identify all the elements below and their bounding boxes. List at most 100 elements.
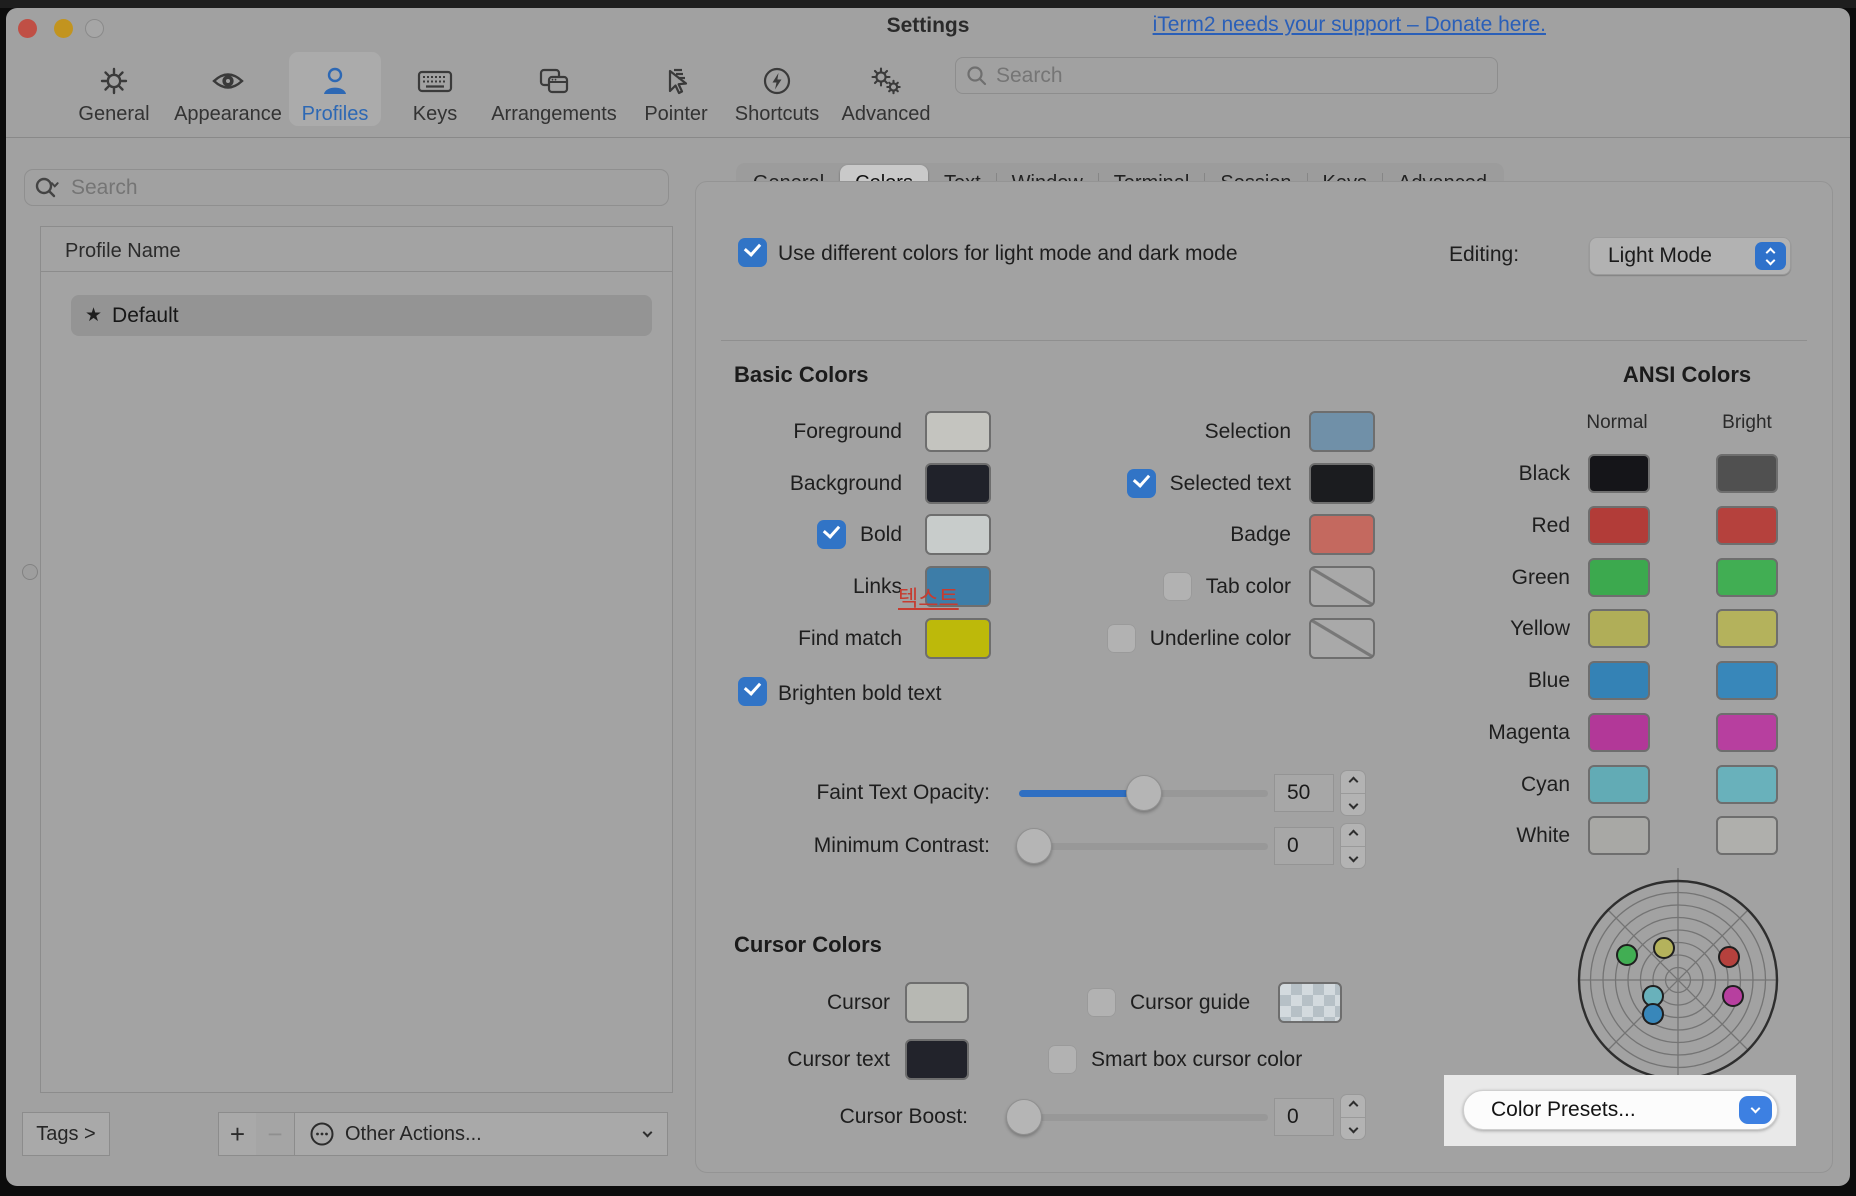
ansi-normal-header: Normal: [1586, 412, 1648, 434]
cursor-colors-heading: Cursor Colors: [734, 932, 882, 958]
cursor-boost-value[interactable]: 0: [1274, 1098, 1334, 1136]
ansi-normal-well[interactable]: [1588, 609, 1650, 648]
profile-actions-group: + − Other Actions...: [218, 1112, 668, 1156]
profile-row-default[interactable]: ★ Default: [71, 295, 652, 336]
ansi-normal-well[interactable]: [1588, 765, 1650, 804]
color-label: Cursor guide: [1130, 991, 1250, 1015]
cursor-boost-stepper[interactable]: [1340, 1094, 1366, 1140]
ansi-row-white: White: [696, 816, 1778, 855]
ellipsis-circle-icon: [309, 1121, 335, 1147]
add-profile-button[interactable]: +: [218, 1112, 256, 1156]
editing-mode-value: Light Mode: [1608, 244, 1712, 268]
ansi-bright-well[interactable]: [1716, 661, 1778, 700]
toolbar-item-pointer[interactable]: Pointer: [628, 52, 724, 126]
chevron-down-icon: [1766, 255, 1776, 265]
cursor-boost-row: Cursor Boost: 0: [696, 1097, 1396, 1138]
ansi-bright-well[interactable]: [1716, 816, 1778, 855]
toolbar-label: Keys: [413, 103, 457, 126]
ansi-normal-well[interactable]: [1588, 816, 1650, 855]
ansi-bright-well[interactable]: [1716, 506, 1778, 545]
cursor-text-color-well[interactable]: [905, 1039, 969, 1080]
toolbar-label: Shortcuts: [735, 103, 819, 126]
ansi-row-blue: Blue: [696, 661, 1778, 700]
search-menu-icon: [34, 176, 64, 200]
windows-icon: [537, 61, 571, 101]
ansi-row-yellow: Yellow: [696, 609, 1778, 648]
cursor-icon: [660, 61, 692, 101]
color-label: Selection: [1205, 420, 1291, 444]
cursor-boost-slider[interactable]: [1010, 1114, 1268, 1121]
foreground-color-well[interactable]: [925, 411, 991, 452]
lightning-icon: [761, 61, 793, 101]
ansi-normal-well[interactable]: [1588, 454, 1650, 493]
toolbar-item-shortcuts[interactable]: Shortcuts: [722, 52, 832, 126]
editing-mode-popup[interactable]: Light Mode: [1589, 237, 1791, 275]
toolbar-label: Arrangements: [491, 103, 617, 126]
ansi-bright-well[interactable]: [1716, 558, 1778, 597]
color-wheel: [1567, 857, 1789, 1087]
cursor-color-well[interactable]: [905, 982, 969, 1023]
ansi-row-green: Green: [696, 558, 1778, 597]
gears-icon: [868, 61, 904, 101]
ansi-normal-well[interactable]: [1588, 661, 1650, 700]
colors-tab-panel: Use different colors for light mode and …: [695, 181, 1833, 1173]
basic-colors-heading: Basic Colors: [734, 362, 869, 388]
color-label: Foreground: [793, 420, 902, 444]
wheel-dot-magenta: [1723, 986, 1743, 1006]
ansi-bright-well[interactable]: [1716, 454, 1778, 493]
remove-profile-button[interactable]: −: [256, 1112, 294, 1156]
ansi-label: Red: [1531, 514, 1570, 538]
ansi-bright-well[interactable]: [1716, 609, 1778, 648]
smart-box-checkbox[interactable]: [1048, 1045, 1077, 1074]
eye-icon: [211, 61, 245, 101]
ansi-label: White: [1516, 824, 1570, 848]
gear-icon: [98, 61, 130, 101]
ansi-normal-well[interactable]: [1588, 506, 1650, 545]
cursor-text-row: Cursor text: [696, 1039, 969, 1080]
cursor-guide-checkbox[interactable]: [1087, 988, 1116, 1017]
color-label: Cursor: [827, 991, 890, 1015]
color-presets-popup[interactable]: Color Presets...: [1463, 1090, 1778, 1130]
ansi-row-cyan: Cyan: [696, 765, 1778, 804]
toolbar-item-appearance[interactable]: Appearance: [164, 52, 292, 126]
red-text-annotation: 텍스트: [898, 581, 959, 613]
ansi-row-red: Red: [696, 506, 1778, 545]
wheel-dot-red: [1719, 947, 1739, 967]
profile-name: Default: [112, 304, 179, 328]
toolbar-item-keys[interactable]: Keys: [390, 52, 480, 126]
toolbar-item-advanced[interactable]: Advanced: [830, 52, 942, 126]
toolbar-item-arrangements[interactable]: Arrangements: [476, 52, 632, 126]
ansi-bright-well[interactable]: [1716, 765, 1778, 804]
ansi-normal-well[interactable]: [1588, 713, 1650, 752]
wheel-dot-blue: [1643, 1004, 1663, 1024]
toolbar-item-profiles[interactable]: Profiles: [289, 52, 381, 126]
wheel-dot-green: [1617, 945, 1637, 965]
profile-list-header: Profile Name: [65, 240, 181, 263]
toolbar-label: Advanced: [842, 103, 931, 126]
other-actions-popup[interactable]: Other Actions...: [294, 1112, 668, 1156]
ansi-label: Black: [1519, 462, 1570, 486]
slider-knob[interactable]: [1006, 1099, 1042, 1135]
toolbar-item-general[interactable]: General: [68, 52, 160, 126]
person-icon: [320, 61, 350, 101]
tags-button[interactable]: Tags >: [22, 1112, 110, 1156]
settings-window: Settings iTerm2 needs your support – Don…: [6, 8, 1850, 1186]
cursor-row: Cursor: [696, 982, 969, 1023]
smart-box-row: Smart box cursor color: [1048, 1039, 1302, 1080]
popup-stepper-cap: [1755, 242, 1786, 270]
ansi-row-black: Black: [696, 454, 1778, 493]
popup-chevron-cap: [1739, 1096, 1772, 1124]
toolbar-label: Appearance: [174, 103, 282, 126]
ansi-row-magenta: Magenta: [696, 713, 1778, 752]
chevron-down-icon: [1751, 1104, 1761, 1114]
selection-color-well[interactable]: [1309, 411, 1375, 452]
profile-search-input[interactable]: Search: [24, 169, 669, 206]
ansi-bright-well[interactable]: [1716, 713, 1778, 752]
donate-link[interactable]: iTerm2 needs your support – Donate here.: [1153, 13, 1546, 37]
cursor-guide-color-well[interactable]: [1278, 982, 1342, 1023]
ansi-label: Yellow: [1510, 617, 1570, 641]
ansi-normal-well[interactable]: [1588, 558, 1650, 597]
toolbar-search-input[interactable]: Search: [955, 57, 1498, 94]
editing-label: Editing:: [1449, 243, 1519, 267]
different-colors-checkbox[interactable]: [738, 238, 767, 267]
